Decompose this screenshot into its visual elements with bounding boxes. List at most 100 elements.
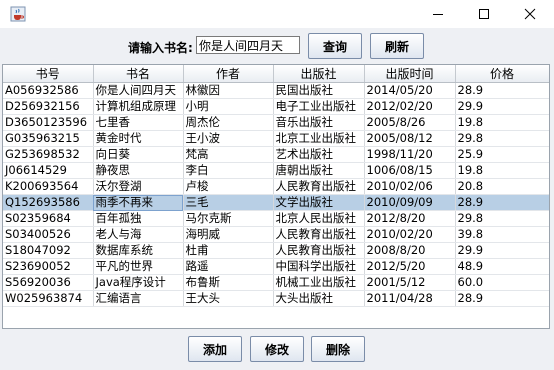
maximize-button[interactable] (461, 0, 507, 28)
cell-publisher[interactable]: 音乐出版社 (273, 114, 365, 131)
column-header-publish-date[interactable]: 出版时间 (364, 65, 456, 83)
cell-publisher[interactable]: 文学出版社 (273, 194, 365, 211)
cell-price[interactable]: 29.8 (455, 210, 549, 227)
cell-book-id[interactable]: K200693564 (3, 178, 94, 195)
cell-title[interactable]: 你是人间四月天 (93, 82, 184, 99)
cell-publish-date[interactable]: 2012/8/20 (364, 210, 456, 227)
cell-book-id[interactable]: A056932586 (3, 82, 94, 99)
edit-button[interactable]: 修改 (250, 336, 304, 362)
cell-author[interactable]: 李白 (183, 162, 274, 179)
cell-book-id[interactable]: S18047092 (3, 242, 94, 259)
cell-author[interactable]: 海明威 (183, 226, 274, 243)
cell-publish-date[interactable]: 2010/02/20 (364, 226, 456, 243)
cell-publisher[interactable]: 人民教育出版社 (273, 178, 365, 195)
cell-title[interactable]: 老人与海 (93, 226, 184, 243)
cell-publish-date[interactable]: 2010/02/06 (364, 178, 456, 195)
cell-title[interactable]: 黄金时代 (93, 130, 184, 147)
cell-book-id[interactable]: S03400526 (3, 226, 94, 243)
cell-author[interactable]: 路遥 (183, 258, 274, 275)
table-row[interactable]: S18047092 数据库系统 杜甫 人民教育出版社 2008/8/20 29.9 (3, 242, 549, 259)
cell-publish-date[interactable]: 1998/11/20 (364, 146, 456, 163)
cell-price[interactable]: 25.9 (455, 146, 549, 163)
cell-price[interactable]: 29.9 (455, 242, 549, 259)
cell-publisher[interactable]: 中国科学出版社 (273, 258, 365, 275)
close-button[interactable] (507, 0, 553, 28)
add-button[interactable]: 添加 (188, 336, 242, 362)
table-row[interactable]: W025963874 汇编语言 王大头 大头出版社 2011/04/28 28.9 (3, 290, 549, 307)
cell-publisher[interactable]: 大头出版社 (273, 290, 365, 307)
cell-author[interactable]: 马尔克斯 (183, 210, 274, 227)
refresh-button[interactable]: 刷新 (370, 33, 424, 59)
cell-title[interactable]: Java程序设计 (93, 274, 184, 291)
cell-price[interactable]: 48.9 (455, 258, 549, 275)
cell-author[interactable]: 王大头 (183, 290, 274, 307)
cell-book-id[interactable]: S56920036 (3, 274, 94, 291)
cell-author[interactable]: 布鲁斯 (183, 274, 274, 291)
cell-price[interactable]: 28.9 (455, 82, 549, 99)
cell-publisher[interactable]: 民国出版社 (273, 82, 365, 99)
cell-book-id[interactable]: D3650123596 (3, 114, 94, 131)
cell-book-id[interactable]: S02359684 (3, 210, 94, 227)
cell-price[interactable]: 29.8 (455, 130, 549, 147)
cell-title[interactable]: 静夜思 (93, 162, 184, 179)
cell-publisher[interactable]: 北京工业出版社 (273, 130, 365, 147)
cell-price[interactable]: 19.8 (455, 162, 549, 179)
cell-publish-date[interactable]: 2014/05/20 (364, 82, 456, 99)
cell-title[interactable]: 计算机组成原理 (93, 98, 184, 115)
cell-publisher[interactable]: 人民教育出版社 (273, 226, 365, 243)
cell-publisher[interactable]: 机械工业出版社 (273, 274, 365, 291)
column-header-author[interactable]: 作者 (183, 65, 274, 83)
table-row[interactable]: D256932156 计算机组成原理 小明 电子工业出版社 2012/02/20 29.9 (3, 98, 549, 115)
table-row[interactable]: D3650123596 七里香 周杰伦 音乐出版社 2005/8/26 19.8 (3, 114, 549, 131)
cell-publish-date[interactable]: 2012/5/20 (364, 258, 456, 275)
cell-publish-date[interactable]: 2005/8/26 (364, 114, 456, 131)
search-button[interactable]: 查询 (308, 33, 362, 59)
delete-button[interactable]: 删除 (311, 336, 365, 362)
column-header-book-id[interactable]: 书号 (3, 65, 94, 83)
cell-publisher[interactable]: 唐朝出版社 (273, 162, 365, 179)
table-row[interactable]: S03400526 老人与海 海明威 人民教育出版社 2010/02/20 39.8 (3, 226, 549, 243)
cell-publish-date[interactable]: 2005/08/12 (364, 130, 456, 147)
cell-publish-date[interactable]: 2012/02/20 (364, 98, 456, 115)
cell-title[interactable]: 七里香 (93, 114, 184, 131)
cell-publish-date[interactable]: 2011/04/28 (364, 290, 456, 307)
minimize-button[interactable] (415, 0, 461, 28)
table-row[interactable]: S02359684 百年孤独 马尔克斯 北京人民出版社 2012/8/20 29.8 (3, 210, 549, 227)
cell-price[interactable]: 20.8 (455, 178, 549, 195)
table-row[interactable]: A056932586 你是人间四月天 林徽因 民国出版社 2014/05/20 28.9 (3, 82, 549, 99)
table-row[interactable]: S56920036 Java程序设计 布鲁斯 机械工业出版社 2001/5/12 60.0 (3, 274, 549, 291)
cell-author[interactable]: 卢梭 (183, 178, 274, 195)
cell-book-id[interactable]: W025963874 (3, 290, 94, 307)
cell-title[interactable]: 平凡的世界 (93, 258, 184, 275)
column-header-title[interactable]: 书名 (93, 65, 184, 83)
cell-publish-date[interactable]: 2008/8/20 (364, 242, 456, 259)
cell-title[interactable]: 百年孤独 (93, 210, 184, 227)
cell-title[interactable]: 汇编语言 (93, 290, 184, 307)
cell-book-id[interactable]: J06614529 (3, 162, 94, 179)
cell-publish-date[interactable]: 2001/5/12 (364, 274, 456, 291)
cell-author[interactable]: 周杰伦 (183, 114, 274, 131)
cell-price[interactable]: 19.8 (455, 114, 549, 131)
cell-publisher[interactable]: 电子工业出版社 (273, 98, 365, 115)
cell-author[interactable]: 林徽因 (183, 82, 274, 99)
cell-author[interactable]: 小明 (183, 98, 274, 115)
cell-author[interactable]: 三毛 (183, 194, 274, 211)
book-title-input[interactable] (196, 36, 300, 54)
table-row[interactable]: Q152693586 雨季不再来 三毛 文学出版社 2010/09/09 28.9 (3, 194, 549, 211)
table-row[interactable]: S23690052 平凡的世界 路遥 中国科学出版社 2012/5/20 48.9 (3, 258, 549, 275)
cell-publish-date[interactable]: 1006/08/15 (364, 162, 456, 179)
cell-price[interactable]: 39.8 (455, 226, 549, 243)
column-header-publisher[interactable]: 出版社 (273, 65, 365, 83)
cell-title[interactable]: 雨季不再来 (93, 194, 184, 211)
table-row[interactable]: G035963215 黄金时代 王小波 北京工业出版社 2005/08/12 29.8 (3, 130, 549, 147)
cell-author[interactable]: 杜甫 (183, 242, 274, 259)
cell-title[interactable]: 向日葵 (93, 146, 184, 163)
cell-publisher[interactable]: 北京人民出版社 (273, 210, 365, 227)
table-row[interactable]: J06614529 静夜思 李白 唐朝出版社 1006/08/15 19.8 (3, 162, 549, 179)
cell-book-id[interactable]: D256932156 (3, 98, 94, 115)
table-row[interactable]: K200693564 沃尔登湖 卢梭 人民教育出版社 2010/02/06 20.8 (3, 178, 549, 195)
cell-price[interactable]: 28.9 (455, 290, 549, 307)
cell-price[interactable]: 29.9 (455, 98, 549, 115)
cell-publisher[interactable]: 人民教育出版社 (273, 242, 365, 259)
table-row[interactable]: G253698532 向日葵 梵高 艺术出版社 1998/11/20 25.9 (3, 146, 549, 163)
